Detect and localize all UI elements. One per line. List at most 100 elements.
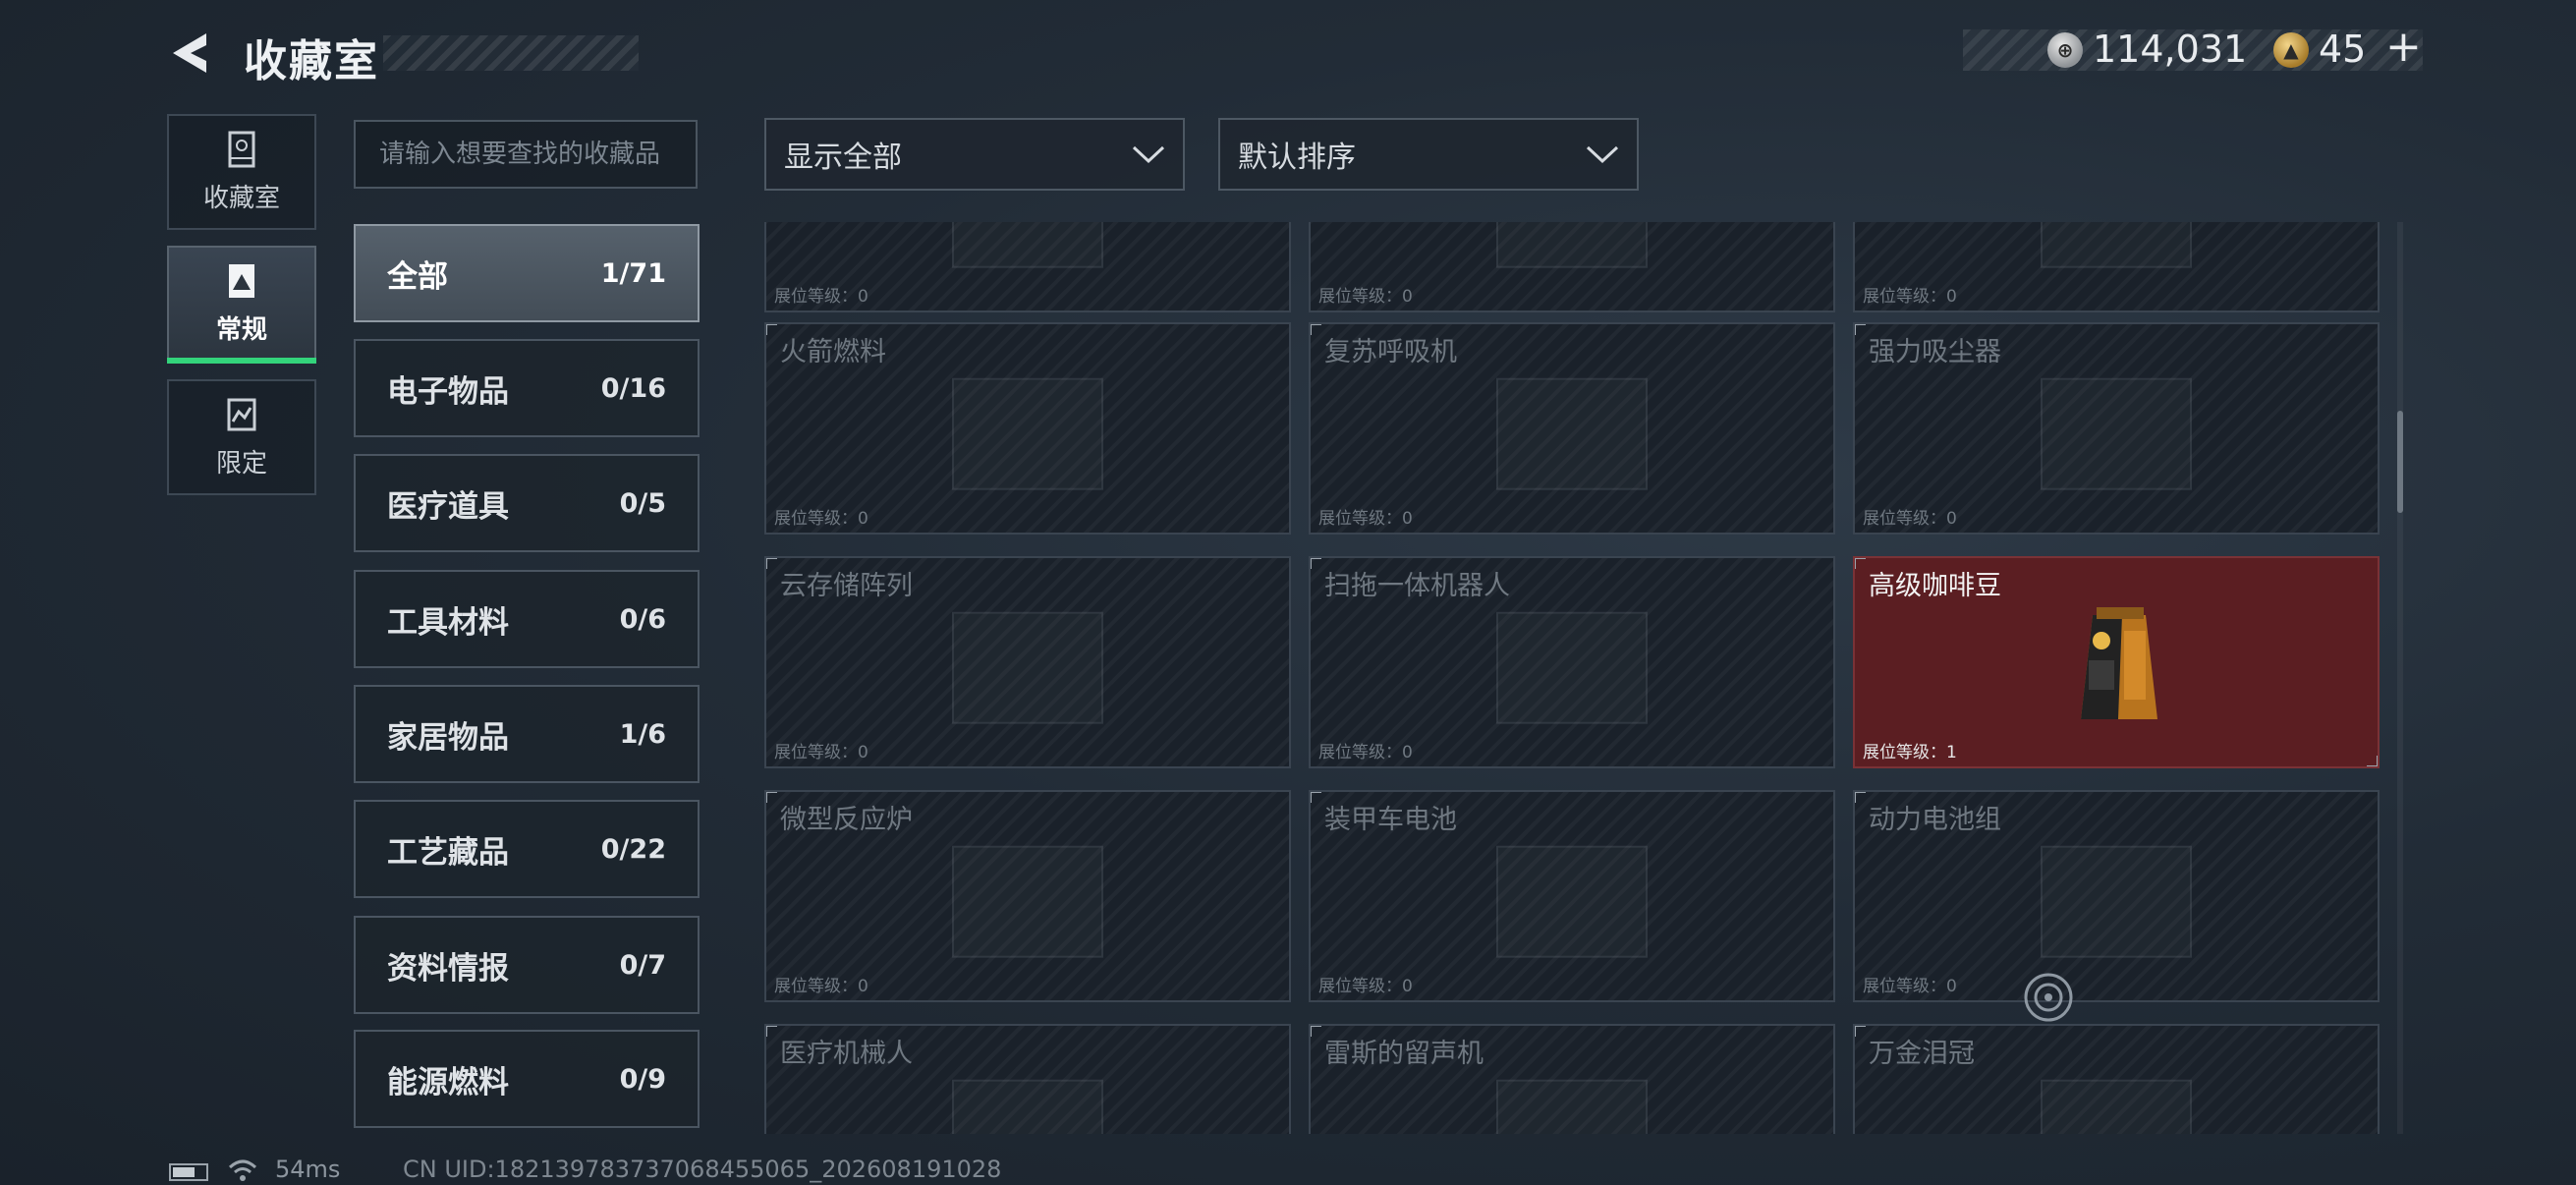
item-name: 云存储阵列: [780, 571, 913, 601]
category-name: 家居物品: [387, 719, 509, 756]
category-household[interactable]: 家居物品 1/6: [354, 685, 700, 783]
collection-item-card[interactable]: 展位等级：0: [1853, 222, 2380, 312]
back-arrow-icon[interactable]: [167, 29, 214, 77]
collection-item-card[interactable]: 万金泪冠: [1853, 1024, 2380, 1134]
crosshair-icon[interactable]: [2022, 971, 2075, 1024]
item-name: 医疗机械人: [780, 1039, 913, 1069]
collection-item-card[interactable]: 火箭燃料 展位等级：0: [764, 322, 1291, 535]
item-silhouette: [1496, 222, 1648, 268]
user-uid: CN UID:18213978373706845506​5_2026081910…: [403, 1156, 1002, 1183]
display-level: 展位等级：0: [1318, 977, 1413, 996]
item-silhouette: [2041, 377, 2192, 490]
category-name: 工具材料: [387, 604, 509, 641]
item-silhouette: [1496, 377, 1648, 490]
item-silhouette: [2041, 1079, 2192, 1134]
category-name: 资料情报: [387, 950, 509, 987]
display-level: 展位等级：0: [1863, 287, 1957, 307]
display-level: 展位等级：0: [774, 287, 868, 307]
category-count: 0/16: [600, 372, 666, 404]
nav-collection-room[interactable]: 收藏室: [167, 114, 316, 230]
nav-regular[interactable]: 常规: [167, 246, 316, 362]
category-count: 0/5: [619, 487, 666, 519]
category-count: 0/9: [619, 1063, 666, 1095]
add-currency-button[interactable]: +: [2385, 22, 2422, 72]
collection-item-card[interactable]: 装甲车电池 展位等级：0: [1309, 790, 1835, 1002]
display-level: 展位等级：0: [1318, 287, 1413, 307]
page-title: 收藏室: [244, 36, 379, 86]
card-icon: [229, 263, 254, 298]
coffee-bag-icon: [2081, 607, 2157, 719]
display-level: 展位等级：0: [1863, 509, 1957, 529]
display-level: 展位等级：0: [774, 743, 868, 762]
search-input[interactable]: [354, 120, 698, 189]
collection-item-card[interactable]: 动力电池组 展位等级：0: [1853, 790, 2380, 1002]
category-count: 1/71: [600, 257, 666, 289]
ping-value: 54ms: [275, 1156, 341, 1183]
wifi-icon: [228, 1159, 257, 1181]
category-count: 0/7: [619, 949, 666, 981]
item-silhouette: [1496, 845, 1648, 958]
display-level: 展位等级：0: [774, 977, 868, 996]
item-name: 复苏呼吸机: [1324, 337, 1457, 367]
category-crafts[interactable]: 工艺藏品 0/22: [354, 800, 700, 898]
active-tab-indicator: [167, 358, 316, 364]
item-silhouette: [1496, 611, 1648, 724]
title-decoration: [383, 35, 639, 71]
sort-value: 默认排序: [1238, 141, 1356, 175]
scrollbar-track[interactable]: [2397, 222, 2403, 1134]
category-name: 医疗道具: [387, 488, 509, 525]
category-count: 0/6: [619, 603, 666, 635]
collection-item-card[interactable]: 强力吸尘器 展位等级：0: [1853, 322, 2380, 535]
category-name: 能源燃料: [387, 1064, 509, 1100]
filter-dropdown[interactable]: 显示全部: [764, 118, 1185, 191]
item-name: 高级咖啡豆: [1869, 571, 2001, 601]
item-silhouette: [1496, 1079, 1648, 1134]
display-level: 展位等级：0: [1318, 509, 1413, 529]
display-case-icon: [228, 131, 255, 167]
item-silhouette: [2041, 845, 2192, 958]
collection-item-card[interactable]: 医疗机械人: [764, 1024, 1291, 1134]
collection-item-card[interactable]: 展位等级：0: [764, 222, 1291, 312]
item-silhouette: [2041, 222, 2192, 268]
silver-coin-amount: 114,031: [2093, 28, 2248, 71]
collection-item-card[interactable]: 云存储阵列 展位等级：0: [764, 556, 1291, 768]
collection-item-card[interactable]: 复苏呼吸机 展位等级：0: [1309, 322, 1835, 535]
item-name: 万金泪冠: [1869, 1039, 1975, 1069]
collection-grid: 展位等级：0 展位等级：0 展位等级：0 火箭燃料 展位等级：0 复苏呼吸机 展…: [764, 222, 2380, 1134]
chevron-down-icon: [1586, 145, 1619, 164]
category-electronics[interactable]: 电子物品 0/16: [354, 339, 700, 437]
item-silhouette: [952, 845, 1103, 958]
collection-item-card[interactable]: 扫拖一体机器人 展位等级：0: [1309, 556, 1835, 768]
gold-coin-amount: 45: [2319, 28, 2367, 71]
category-intel[interactable]: 资料情报 0/7: [354, 916, 700, 1014]
item-silhouette: [952, 611, 1103, 724]
item-silhouette: [952, 377, 1103, 490]
category-count: 1/6: [619, 718, 666, 750]
nav-label: 限定: [215, 448, 267, 479]
collection-item-card[interactable]: 微型反应炉 展位等级：0: [764, 790, 1291, 1002]
collection-item-card-owned[interactable]: 高级咖啡豆 展位等级：1: [1853, 556, 2380, 768]
category-energy[interactable]: 能源燃料 0/9: [354, 1030, 700, 1128]
collection-item-card[interactable]: 雷斯的留声机: [1309, 1024, 1835, 1134]
item-name: 微型反应炉: [780, 805, 913, 835]
collection-item-card[interactable]: 展位等级：0: [1309, 222, 1835, 312]
battery-icon: [169, 1163, 208, 1181]
gold-coin-icon: ▲: [2273, 32, 2309, 68]
item-silhouette: [952, 1079, 1103, 1134]
display-level: 展位等级：0: [774, 509, 868, 529]
scrollbar-thumb[interactable]: [2397, 411, 2403, 513]
category-tools[interactable]: 工具材料 0/6: [354, 570, 700, 668]
nav-limited[interactable]: 限定: [167, 379, 316, 495]
item-name: 动力电池组: [1869, 805, 2001, 835]
limited-icon: [227, 398, 256, 430]
display-level: 展位等级：0: [1863, 977, 1957, 996]
category-all[interactable]: 全部 1/71: [354, 224, 700, 322]
item-silhouette: [952, 222, 1103, 268]
category-medical[interactable]: 医疗道具 0/5: [354, 454, 700, 552]
item-name: 装甲车电池: [1324, 805, 1457, 835]
filter-value: 显示全部: [784, 141, 902, 175]
display-level: 展位等级：0: [1318, 743, 1413, 762]
nav-label: 常规: [215, 314, 267, 345]
display-level: 展位等级：1: [1863, 743, 1957, 762]
sort-dropdown[interactable]: 默认排序: [1218, 118, 1639, 191]
